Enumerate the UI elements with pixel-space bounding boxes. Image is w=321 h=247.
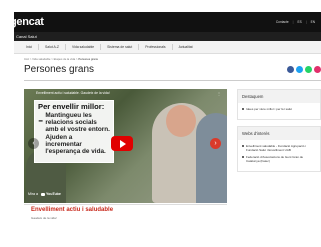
video-caption-bullet: - Mantingueu les relacions socials amb e…: [38, 112, 110, 155]
featured-body: Idees per viure millor i per fer salut: [238, 103, 320, 119]
lang-es-link[interactable]: ES: [297, 20, 301, 24]
links-body: Envelliment saludable - Fundació Agrupac…: [238, 140, 320, 171]
page-title: Persones grans: [24, 64, 95, 75]
featured-box: Destaquem Idees per viure millor i per f…: [237, 89, 321, 121]
breadcrumb-item[interactable]: Etapes de la vida: [54, 57, 75, 61]
title-divider: [24, 80, 321, 81]
video-caption-heading: Per envellir millor:: [38, 102, 105, 111]
breadcrumb-current: Persones grans: [78, 57, 98, 61]
site-name-bar: Canal Salut: [14, 32, 321, 41]
bullet-icon: -: [38, 112, 44, 129]
twitter-icon[interactable]: [296, 66, 303, 73]
whatsapp-icon[interactable]: [305, 66, 312, 73]
facebook-icon[interactable]: [287, 66, 294, 73]
video-caption-card: Per envellir millor: - Mantingueu les re…: [34, 100, 114, 163]
article-title[interactable]: Envelliment actiu i saludable: [31, 207, 113, 213]
video-share-icon[interactable]: ⋮: [217, 91, 221, 96]
youtube-label: YouTube: [46, 192, 61, 196]
links-list: Envelliment saludable - Fundació Agrupac…: [242, 144, 316, 163]
featured-link[interactable]: Idees per viure millor i per fer salut: [246, 107, 292, 111]
chevron-left-icon[interactable]: ‹: [28, 138, 39, 149]
main-nav: Inici Salut A-Z Vida saludable Sistema d…: [14, 41, 321, 54]
list-item[interactable]: Envelliment saludable - Fundació Agrupac…: [242, 144, 316, 152]
breadcrumb-item[interactable]: Inici: [24, 57, 29, 61]
interest-link[interactable]: Envelliment saludable - Fundació Agrupac…: [246, 144, 316, 152]
video-title[interactable]: Envelliment actiu i saludable. Gaudeix d…: [36, 91, 110, 95]
list-item[interactable]: Idees per viure millor i per fer salut: [242, 107, 316, 111]
video-person-figure: [196, 113, 227, 203]
nav-item-professionals[interactable]: Professionals: [139, 44, 173, 50]
sidebar: Destaquem Idees per viure millor i per f…: [237, 89, 321, 178]
links-heading: Webs d'interès: [238, 127, 320, 141]
video-divider: [24, 204, 227, 205]
interest-link[interactable]: Federació d'Associacions de Gent Gran de…: [246, 155, 316, 163]
nav-item-sistema-de-salut[interactable]: Sistema de salut: [101, 44, 140, 50]
watch-on-youtube[interactable]: Mira a YouTube: [28, 192, 61, 196]
video-player[interactable]: Envelliment actiu i saludable. Gaudeix d…: [24, 89, 227, 203]
video-caption-text: Mantingueu les relacions socials amb el …: [45, 112, 110, 156]
top-links: Contacte | ES | EN: [276, 20, 315, 24]
chevron-right-icon[interactable]: ›: [210, 138, 221, 149]
youtube-icon: [41, 192, 45, 196]
article-subtitle: Gaudeix de la vida!: [31, 216, 57, 220]
bullet-icon: [242, 108, 244, 111]
share-buttons: [287, 66, 321, 73]
featured-heading: Destaquem: [238, 90, 320, 103]
contact-link[interactable]: Contacte: [276, 20, 289, 24]
top-bar: gencat Contacte | ES | EN: [10, 12, 321, 32]
lang-en-link[interactable]: EN: [311, 20, 315, 24]
breadcrumb: Inici > Vida saludable > Etapes de la vi…: [24, 57, 98, 61]
links-box: Webs d'interès Envelliment saludable - F…: [237, 126, 321, 173]
nav-item-inici[interactable]: Inici: [14, 44, 40, 50]
list-item[interactable]: Federació d'Associacions de Gent Gran de…: [242, 155, 316, 163]
top-links-separator: |: [305, 20, 307, 24]
share-icon[interactable]: [314, 66, 321, 73]
nav-item-salut-a-z[interactable]: Salut A-Z: [39, 44, 66, 50]
bullet-icon: [242, 155, 244, 158]
play-button[interactable]: [111, 136, 133, 151]
nav-item-vida-saludable[interactable]: Vida saludable: [66, 44, 102, 50]
watch-on-label: Mira a: [28, 192, 38, 196]
site-name[interactable]: Canal Salut: [16, 34, 37, 39]
video-person-head: [166, 105, 196, 137]
gencat-logo[interactable]: gencat: [10, 16, 44, 28]
play-icon: [120, 139, 126, 148]
breadcrumb-item[interactable]: Vida saludable: [32, 57, 50, 61]
nav-item-actualitat[interactable]: Actualitat: [173, 44, 199, 50]
youtube-logo: YouTube: [41, 192, 61, 196]
top-links-separator: |: [292, 20, 294, 24]
bullet-icon: [242, 145, 244, 148]
featured-list: Idees per viure millor i per fer salut: [242, 107, 316, 111]
